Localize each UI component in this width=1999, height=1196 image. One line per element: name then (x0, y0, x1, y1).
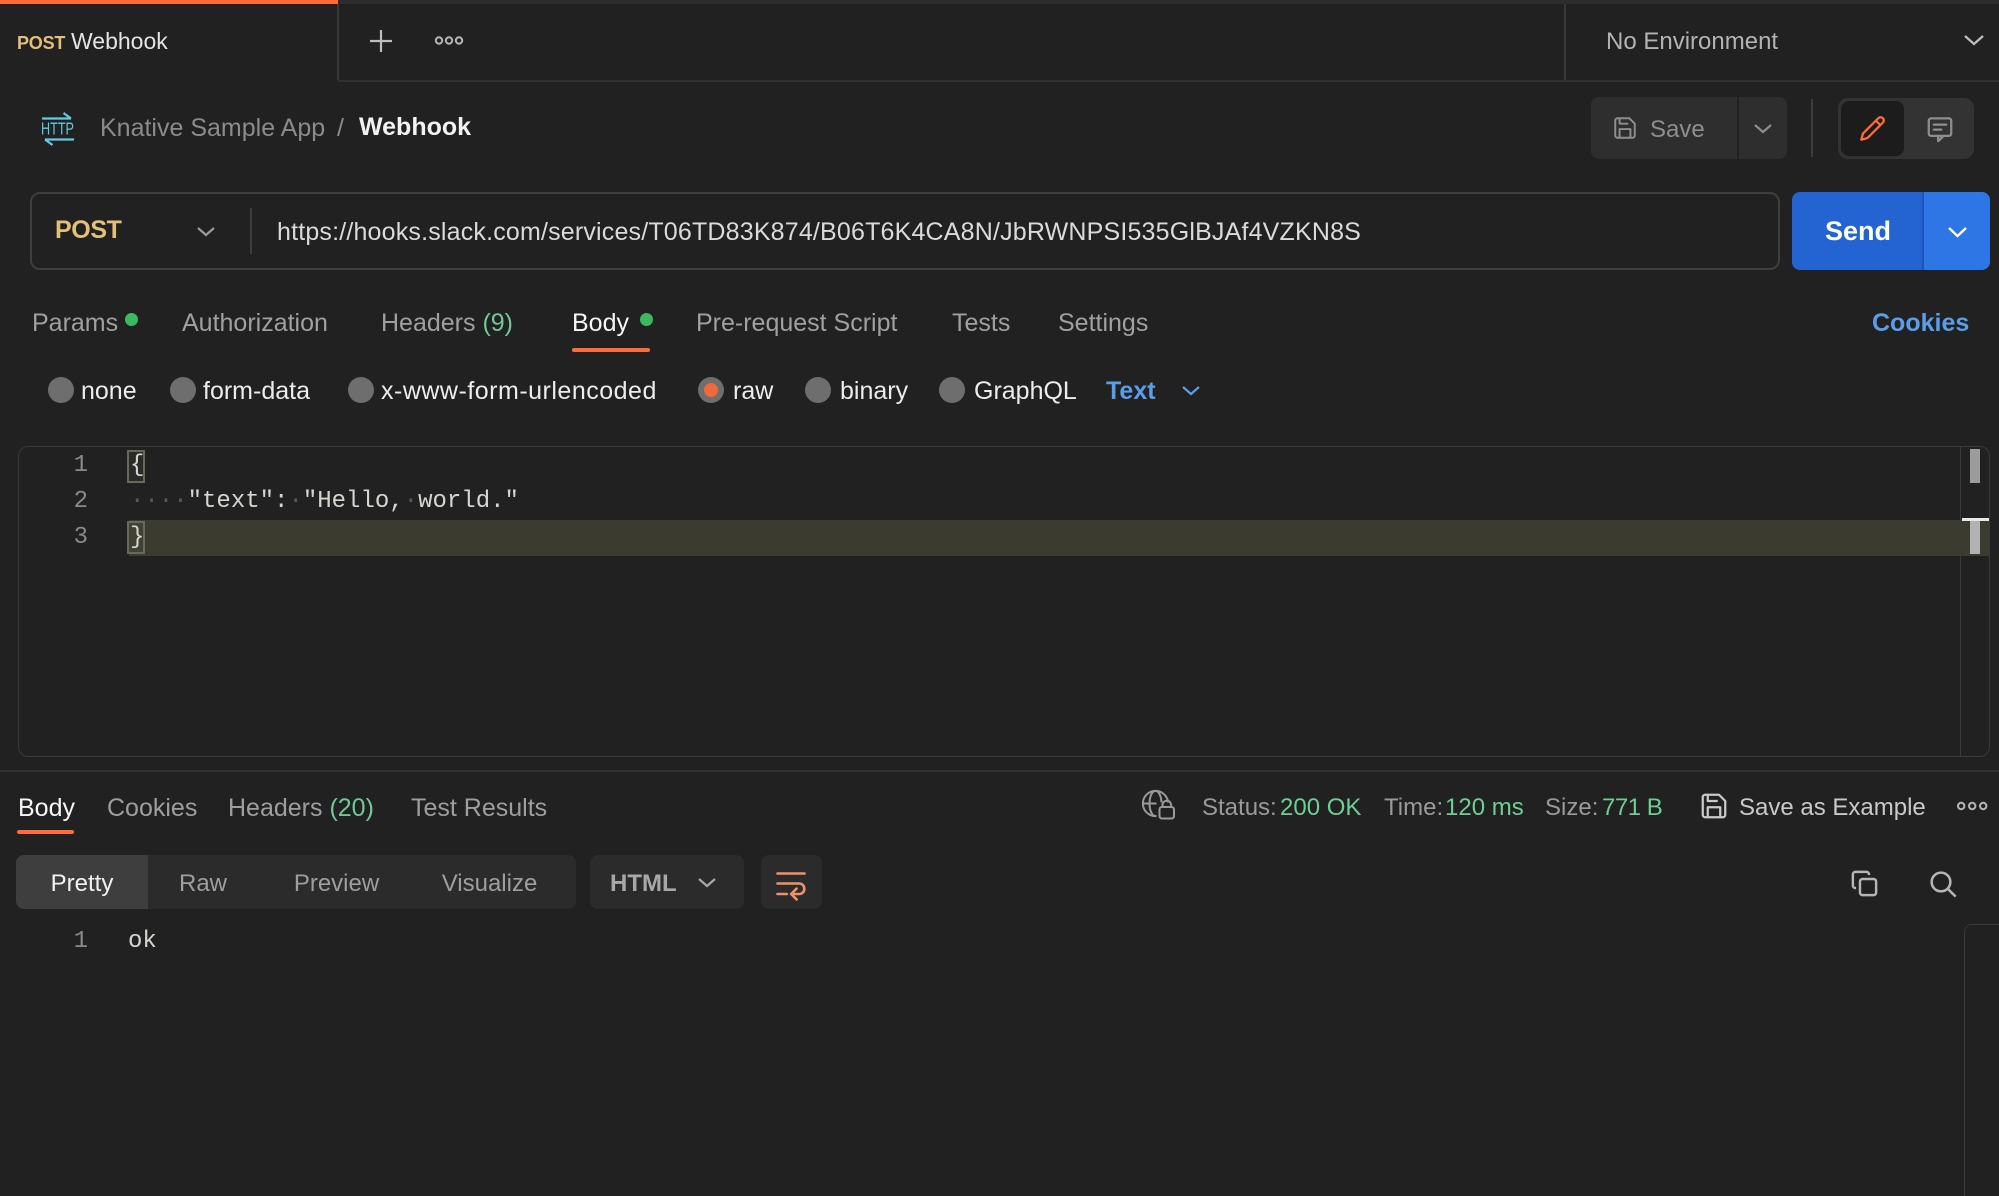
svg-text:HTTP: HTTP (41, 119, 74, 139)
